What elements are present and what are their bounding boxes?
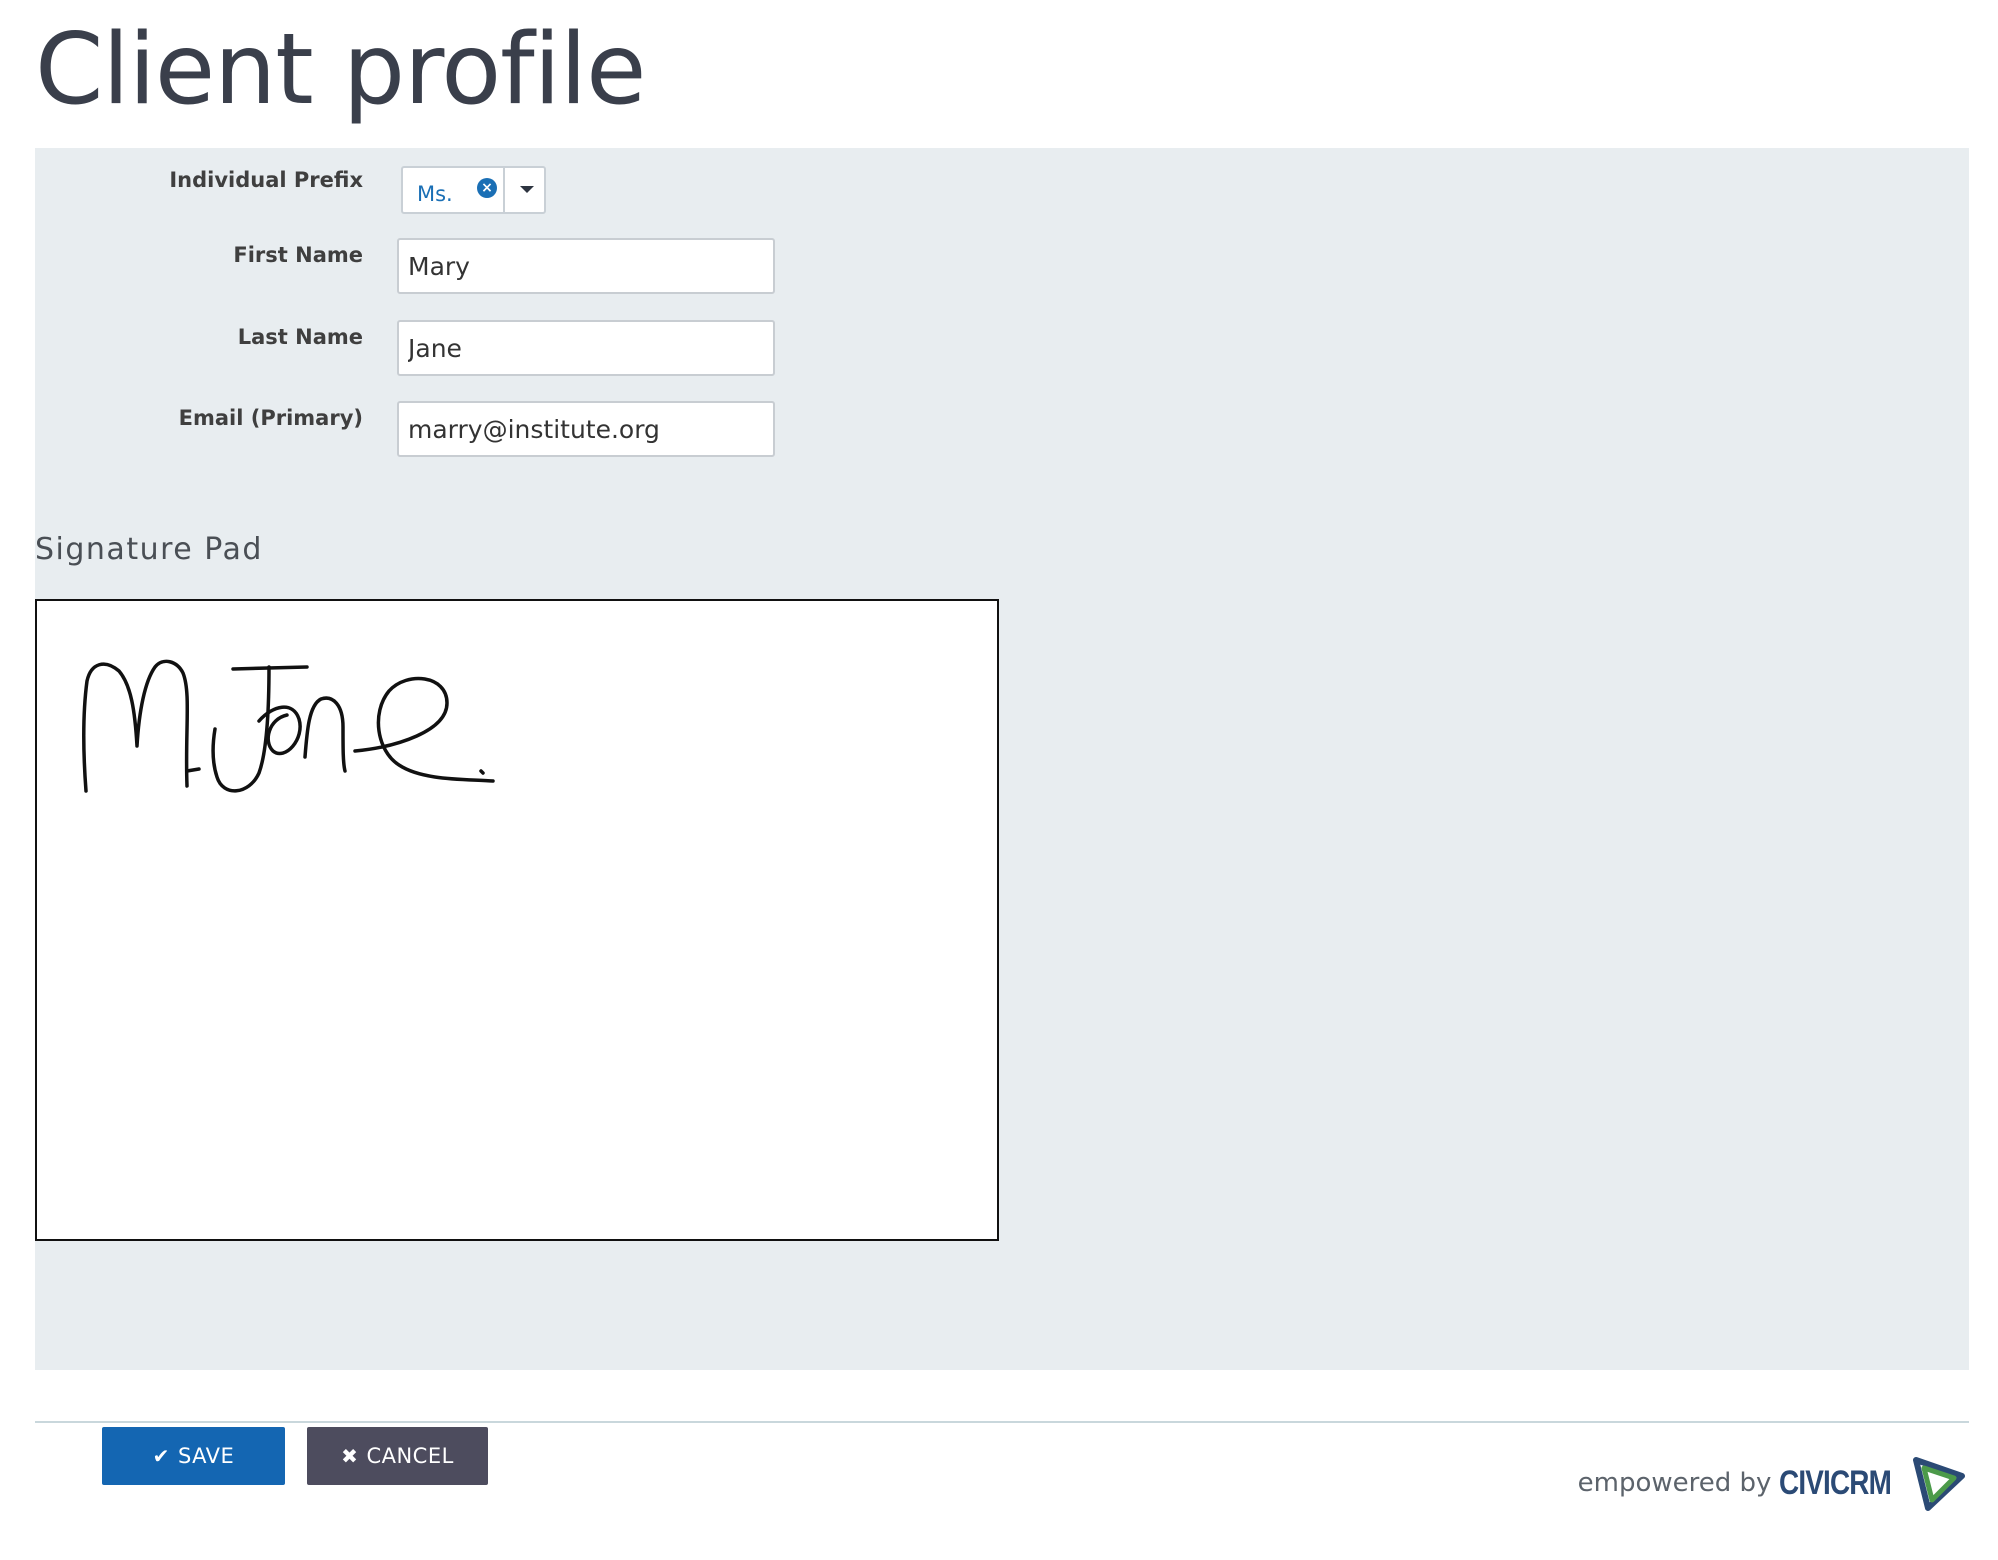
cancel-button[interactable]: ✖ CANCEL bbox=[307, 1427, 488, 1485]
last-name-input[interactable] bbox=[397, 320, 775, 376]
signature-drawing bbox=[82, 659, 495, 793]
prefix-selected-value: Ms. bbox=[417, 182, 453, 206]
cancel-button-label: CANCEL bbox=[366, 1444, 454, 1468]
signature-pad-title: Signature Pad bbox=[35, 532, 263, 567]
first-name-input[interactable] bbox=[397, 238, 775, 294]
footer: empowered by CIVICRM bbox=[1578, 1454, 1968, 1512]
last-name-label: Last Name bbox=[237, 325, 363, 349]
email-input[interactable] bbox=[397, 401, 775, 457]
select-divider bbox=[503, 168, 505, 212]
email-label: Email (Primary) bbox=[178, 406, 363, 430]
page-title: Client profile bbox=[35, 13, 646, 127]
footer-text: empowered by bbox=[1577, 1468, 1772, 1498]
check-icon: ✔ bbox=[152, 1444, 170, 1468]
clear-selection-icon[interactable]: × bbox=[477, 178, 497, 198]
caret-down-icon[interactable] bbox=[520, 186, 534, 193]
footer-divider bbox=[35, 1421, 1969, 1423]
save-button[interactable]: ✔ SAVE bbox=[102, 1427, 285, 1485]
prefix-label: Individual Prefix bbox=[169, 168, 363, 192]
first-name-label: First Name bbox=[233, 243, 363, 267]
save-button-label: SAVE bbox=[177, 1444, 235, 1468]
civicrm-logo-icon[interactable] bbox=[1910, 1454, 1968, 1512]
civicrm-logo-text[interactable]: CIVICRM bbox=[1779, 1464, 1892, 1503]
signature-pad[interactable] bbox=[35, 599, 999, 1241]
prefix-select[interactable]: Ms. × bbox=[401, 166, 546, 214]
times-icon: ✖ bbox=[341, 1444, 359, 1468]
